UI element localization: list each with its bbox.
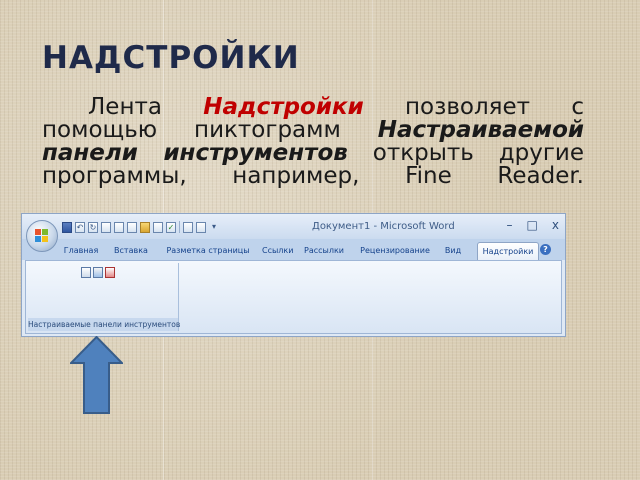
slide-body-text: Лента Надстройки позволяет с помощью пик… xyxy=(42,96,584,212)
office-button[interactable] xyxy=(26,220,58,252)
redo-icon[interactable]: ↻ xyxy=(88,221,98,233)
convert-icon[interactable] xyxy=(105,267,115,278)
close-button[interactable]: x xyxy=(552,218,559,232)
spelling-icon[interactable] xyxy=(153,221,163,233)
ribbon-panel: Настраиваемые панели инструментов xyxy=(25,260,562,334)
customize-toolbar-icon[interactable]: ▾ xyxy=(209,222,219,233)
draw-table-icon[interactable] xyxy=(183,221,193,233)
tab-view[interactable]: Вид xyxy=(442,242,464,260)
toolbar-separator xyxy=(179,221,180,233)
up-arrow-icon xyxy=(70,336,123,414)
document-icon[interactable] xyxy=(101,221,111,233)
custom-toolbars-group: Настраиваемые панели инструментов xyxy=(28,263,181,331)
custom-toolbar-icons xyxy=(81,267,115,278)
open-folder-icon[interactable] xyxy=(140,221,150,233)
save-icon[interactable] xyxy=(62,221,72,233)
tab-add-ins[interactable]: Надстройки xyxy=(477,242,539,260)
fine-reader-icon[interactable] xyxy=(93,267,103,278)
tab-page-layout[interactable]: Разметка страницы xyxy=(162,242,254,260)
new-document-icon[interactable] xyxy=(127,221,137,233)
slide-title: НАДСТРОЙКИ xyxy=(42,40,300,76)
word-window: ↶ ↻ ✓ ▾ Документ1 - Microsoft Word – □ x xyxy=(21,213,566,337)
group-label: Настраиваемые панели инструментов xyxy=(28,318,181,331)
minimize-button[interactable]: – xyxy=(507,218,513,232)
quick-access-toolbar: ↶ ↻ ✓ ▾ xyxy=(62,220,219,234)
window-controls: – □ x xyxy=(507,218,559,232)
tab-home[interactable]: Главная xyxy=(62,242,100,260)
tab-mailings[interactable]: Рассылки xyxy=(304,242,344,260)
ribbon-tab-bar: Главная Вставка Разметка страницы Ссылки… xyxy=(22,239,565,260)
print-preview-icon[interactable] xyxy=(114,221,124,233)
print-icon[interactable] xyxy=(196,221,206,233)
help-icon[interactable]: ? xyxy=(540,244,551,255)
office-logo-icon xyxy=(35,229,49,243)
check-icon[interactable]: ✓ xyxy=(166,221,176,233)
window-title: Документ1 - Microsoft Word xyxy=(312,221,455,232)
scanner-icon[interactable] xyxy=(81,267,91,278)
tab-insert[interactable]: Вставка xyxy=(110,242,152,260)
tab-review[interactable]: Рецензирование xyxy=(356,242,434,260)
title-bar: ↶ ↻ ✓ ▾ Документ1 - Microsoft Word – □ x xyxy=(22,214,565,239)
tab-references[interactable]: Ссылки xyxy=(262,242,293,260)
maximize-button[interactable]: □ xyxy=(527,218,538,232)
undo-icon[interactable]: ↶ xyxy=(75,221,85,233)
